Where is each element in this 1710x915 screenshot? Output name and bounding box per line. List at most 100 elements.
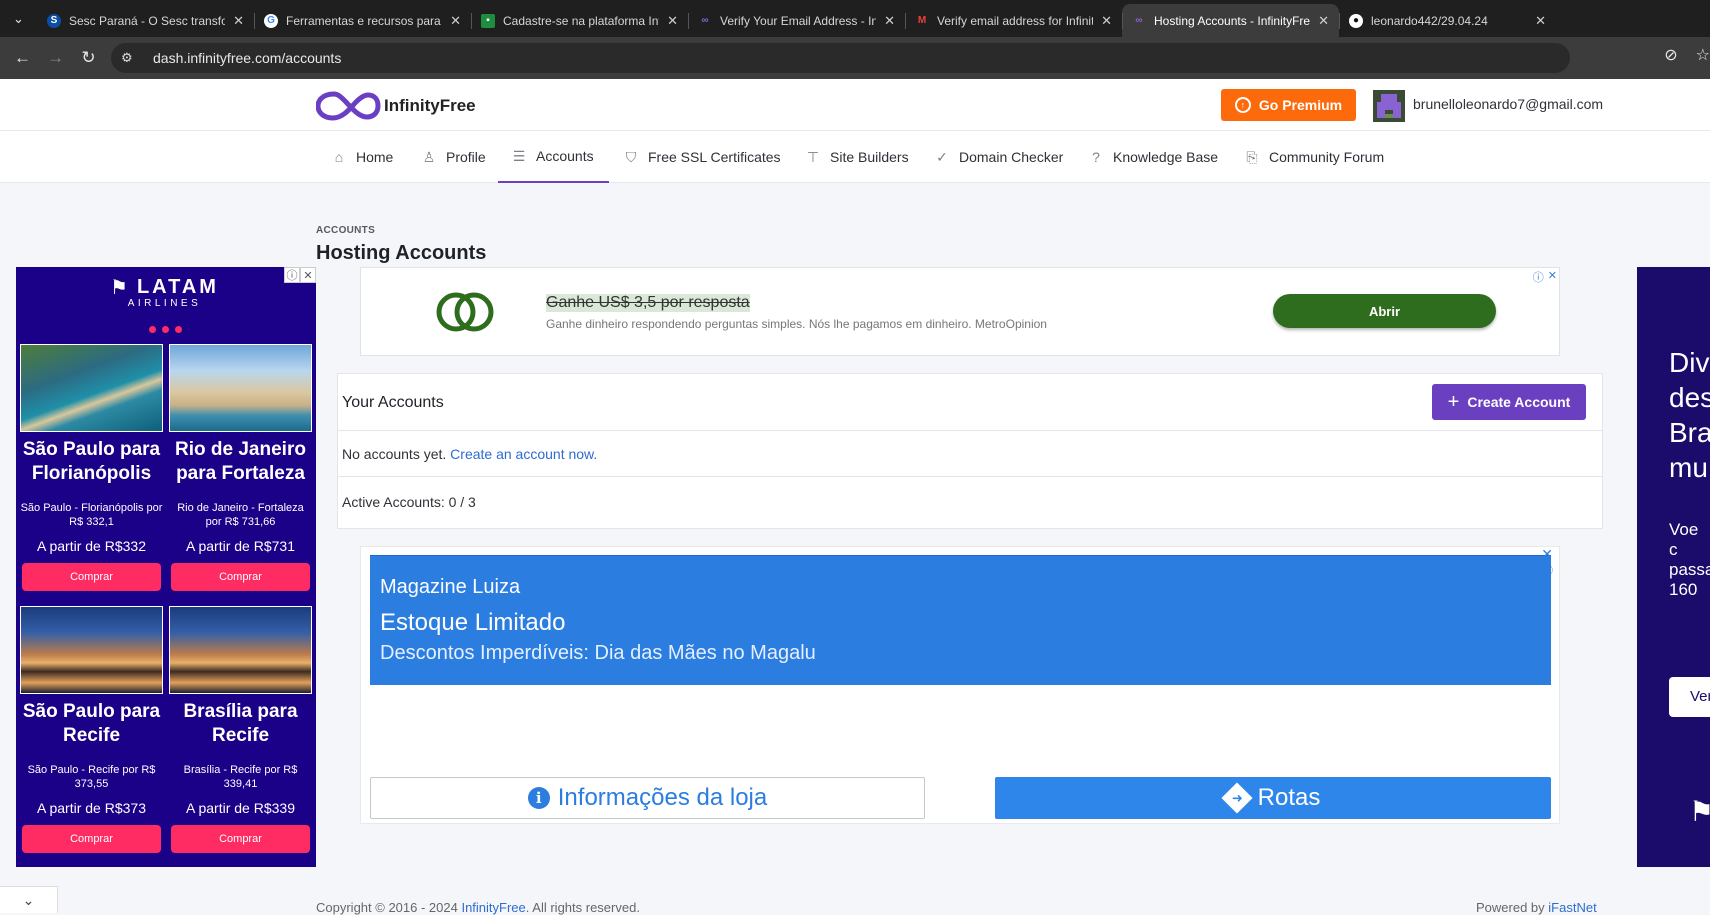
- ad-right-title: Div des Bra mu: [1669, 347, 1710, 483]
- card-header: Your Accounts + Create Account: [338, 374, 1602, 431]
- buy-button[interactable]: Comprar: [171, 825, 310, 853]
- nav-item-domain-checker[interactable]: ✓ Domain Checker: [934, 131, 1063, 183]
- nav-item-profile[interactable]: ♙ Profile: [421, 131, 486, 183]
- ad-advertiser: Magazine Luiza: [380, 576, 521, 598]
- reload-icon[interactable]: ↻: [72, 42, 105, 75]
- ad-banner-top[interactable]: Ganhe US$ 3,5 por resposta Ganhe dinheir…: [360, 267, 1560, 356]
- browser-tab[interactable]: S Sesc Paraná - O Sesc transform ✕: [37, 4, 254, 37]
- accounts-card: Your Accounts + Create Account No accoun…: [337, 373, 1603, 529]
- nav-item-knowledge-base[interactable]: ? Knowledge Base: [1088, 131, 1218, 183]
- adchoices-icon[interactable]: ⓘ: [1533, 269, 1544, 285]
- ad-skyscraper-right[interactable]: Div des Bra mu Voe c passa 160 Ver ⚑: [1637, 267, 1710, 867]
- browser-tab[interactable]: ● leonardo442/29.04.24 ✕: [1339, 4, 1556, 37]
- create-account-button[interactable]: + Create Account: [1432, 384, 1586, 420]
- close-icon[interactable]: ✕: [1548, 269, 1557, 285]
- ad-banner-blue[interactable]: Magazine Luiza Estoque Limitado Desconto…: [370, 555, 1551, 685]
- infinity-logo-icon: [316, 91, 381, 121]
- deal-card[interactable]: Brasília para Recife Brasília - Recife p…: [169, 606, 312, 853]
- nav-label: Home: [356, 149, 394, 165]
- browser-tab[interactable]: ∞ Verify Your Email Address - Inf ✕: [688, 4, 905, 37]
- nav-label: Accounts: [536, 148, 594, 164]
- adchoices-icon[interactable]: ⓘ: [1542, 562, 1553, 578]
- tab-search-button[interactable]: ⌄: [0, 0, 37, 37]
- buy-button[interactable]: Comprar: [171, 563, 310, 591]
- page-title: Hosting Accounts: [316, 242, 487, 264]
- ad-banner-middle[interactable]: Magazine Luiza Estoque Limitado Desconto…: [360, 546, 1560, 824]
- site-info-icon[interactable]: ⚙: [121, 50, 137, 66]
- close-icon[interactable]: ✕: [300, 267, 316, 283]
- card-body: No accounts yet. Create an account now.: [338, 431, 1602, 477]
- infinityfree-icon: ∞: [1135, 15, 1143, 26]
- close-icon[interactable]: ✕: [233, 13, 244, 29]
- browser-tab[interactable]: G Ferramentas e recursos para o ✕: [254, 4, 471, 37]
- identicon-icon: [1373, 90, 1405, 122]
- browser-toolbar: ← → ↻ ⚙ dash.infinityfree.com/accounts ⊘…: [0, 37, 1710, 79]
- nav-label: Profile: [446, 149, 486, 165]
- arrow-up-circle-icon: ↑: [1234, 97, 1251, 113]
- browser-tab-active[interactable]: ∞ Hosting Accounts - InfinityFree ✕: [1122, 4, 1339, 37]
- info-icon: i: [527, 787, 550, 809]
- buy-button[interactable]: Comprar: [22, 563, 161, 591]
- deal-price: A partir de R$339: [186, 800, 295, 816]
- infinityfree-icon: ∞: [701, 15, 709, 26]
- nav-item-accounts[interactable]: ☰ Accounts: [498, 131, 609, 183]
- deal-subtext: Rio de Janeiro - Fortaleza por R$ 731,66: [177, 502, 304, 528]
- close-icon[interactable]: ✕: [1541, 547, 1553, 561]
- chevron-down-icon[interactable]: ⌄: [0, 886, 58, 913]
- home-icon: ⌂: [334, 149, 344, 165]
- sesc-icon: S: [47, 13, 61, 28]
- create-account-link[interactable]: Create an account now.: [450, 446, 597, 462]
- close-icon[interactable]: ✕: [884, 13, 895, 29]
- directions-button[interactable]: ➜ Rotas: [995, 777, 1551, 819]
- deal-route: São Paulo para Florianópolis: [22, 439, 161, 484]
- go-premium-button[interactable]: ↑ Go Premium: [1221, 89, 1356, 121]
- nav-label: Free SSL Certificates: [648, 149, 781, 165]
- browser-tab[interactable]: ▪ Cadastre-se na plataforma Inf ✕: [471, 4, 688, 37]
- logo[interactable]: InfinityFree: [316, 89, 476, 123]
- address-bar[interactable]: ⚙ dash.infinityfree.com/accounts: [111, 43, 1570, 73]
- paint-roller-icon: ⊤: [806, 148, 820, 165]
- tab-title: Verify Your Email Address - Inf: [720, 13, 877, 28]
- deal-card[interactable]: São Paulo para Florianópolis São Paulo -…: [20, 344, 163, 591]
- nav-item-home[interactable]: ⌂ Home: [331, 131, 394, 183]
- close-icon[interactable]: ✕: [667, 13, 678, 29]
- back-icon[interactable]: ←: [6, 42, 39, 75]
- nav-label: Site Builders: [830, 149, 909, 165]
- tab-title: Hosting Accounts - InfinityFree: [1154, 13, 1311, 28]
- comments-icon: ⎘: [1246, 148, 1258, 165]
- user-email[interactable]: brunelloleonardo7@gmail.com: [1413, 96, 1603, 112]
- ad-right-button[interactable]: Ver: [1669, 677, 1710, 717]
- tab-title: Ferramentas e recursos para o: [286, 13, 443, 28]
- bookmark-star-icon[interactable]: ☆: [1696, 45, 1710, 65]
- deal-image: [169, 344, 312, 432]
- buy-button[interactable]: Comprar: [22, 825, 161, 853]
- deal-price: A partir de R$731: [186, 538, 295, 554]
- avatar[interactable]: [1373, 90, 1405, 122]
- ad-headline: Estoque Limitado: [380, 609, 566, 636]
- deal-card[interactable]: Rio de Janeiro para Fortaleza Rio de Jan…: [169, 344, 312, 591]
- card-title: Your Accounts: [342, 394, 444, 411]
- browser-tab[interactable]: M Verify email address for Infinit ✕: [905, 4, 1122, 37]
- ad-skyscraper-left[interactable]: ⚑ LATAM AIRLINES ⓘ ✕ São Paulo para Flori…: [16, 267, 316, 867]
- shield-icon: ⛉: [625, 148, 637, 165]
- forward-icon[interactable]: →: [39, 42, 72, 75]
- gmail-icon: M: [917, 15, 927, 26]
- nav-label: Knowledge Base: [1113, 149, 1219, 165]
- nav-item-community-forum[interactable]: ⎘ Community Forum: [1244, 131, 1384, 183]
- nav-item-ssl[interactable]: ⛉ Free SSL Certificates: [623, 131, 781, 183]
- deal-card[interactable]: São Paulo para Recife São Paulo - Recife…: [20, 606, 163, 853]
- url-text: dash.infinityfree.com/accounts: [153, 50, 342, 66]
- store-info-button[interactable]: i Informações da loja: [370, 777, 925, 819]
- close-icon[interactable]: ✕: [450, 13, 461, 29]
- deal-image: [20, 606, 163, 694]
- ad-right-subtext: Voe c passa 160: [1669, 520, 1710, 599]
- close-icon[interactable]: ✕: [1535, 13, 1546, 29]
- nav-label: Domain Checker: [959, 149, 1064, 165]
- close-icon[interactable]: ✕: [1318, 13, 1329, 29]
- ad-open-button[interactable]: Abrir: [1273, 294, 1496, 328]
- latam-bird-icon: ⚑: [110, 277, 131, 299]
- close-icon[interactable]: ✕: [1101, 13, 1112, 29]
- nav-item-site-builders[interactable]: ⊤ Site Builders: [805, 131, 909, 183]
- eye-off-icon[interactable]: ⊘: [1664, 45, 1677, 65]
- adchoices-icon[interactable]: ⓘ: [284, 267, 300, 283]
